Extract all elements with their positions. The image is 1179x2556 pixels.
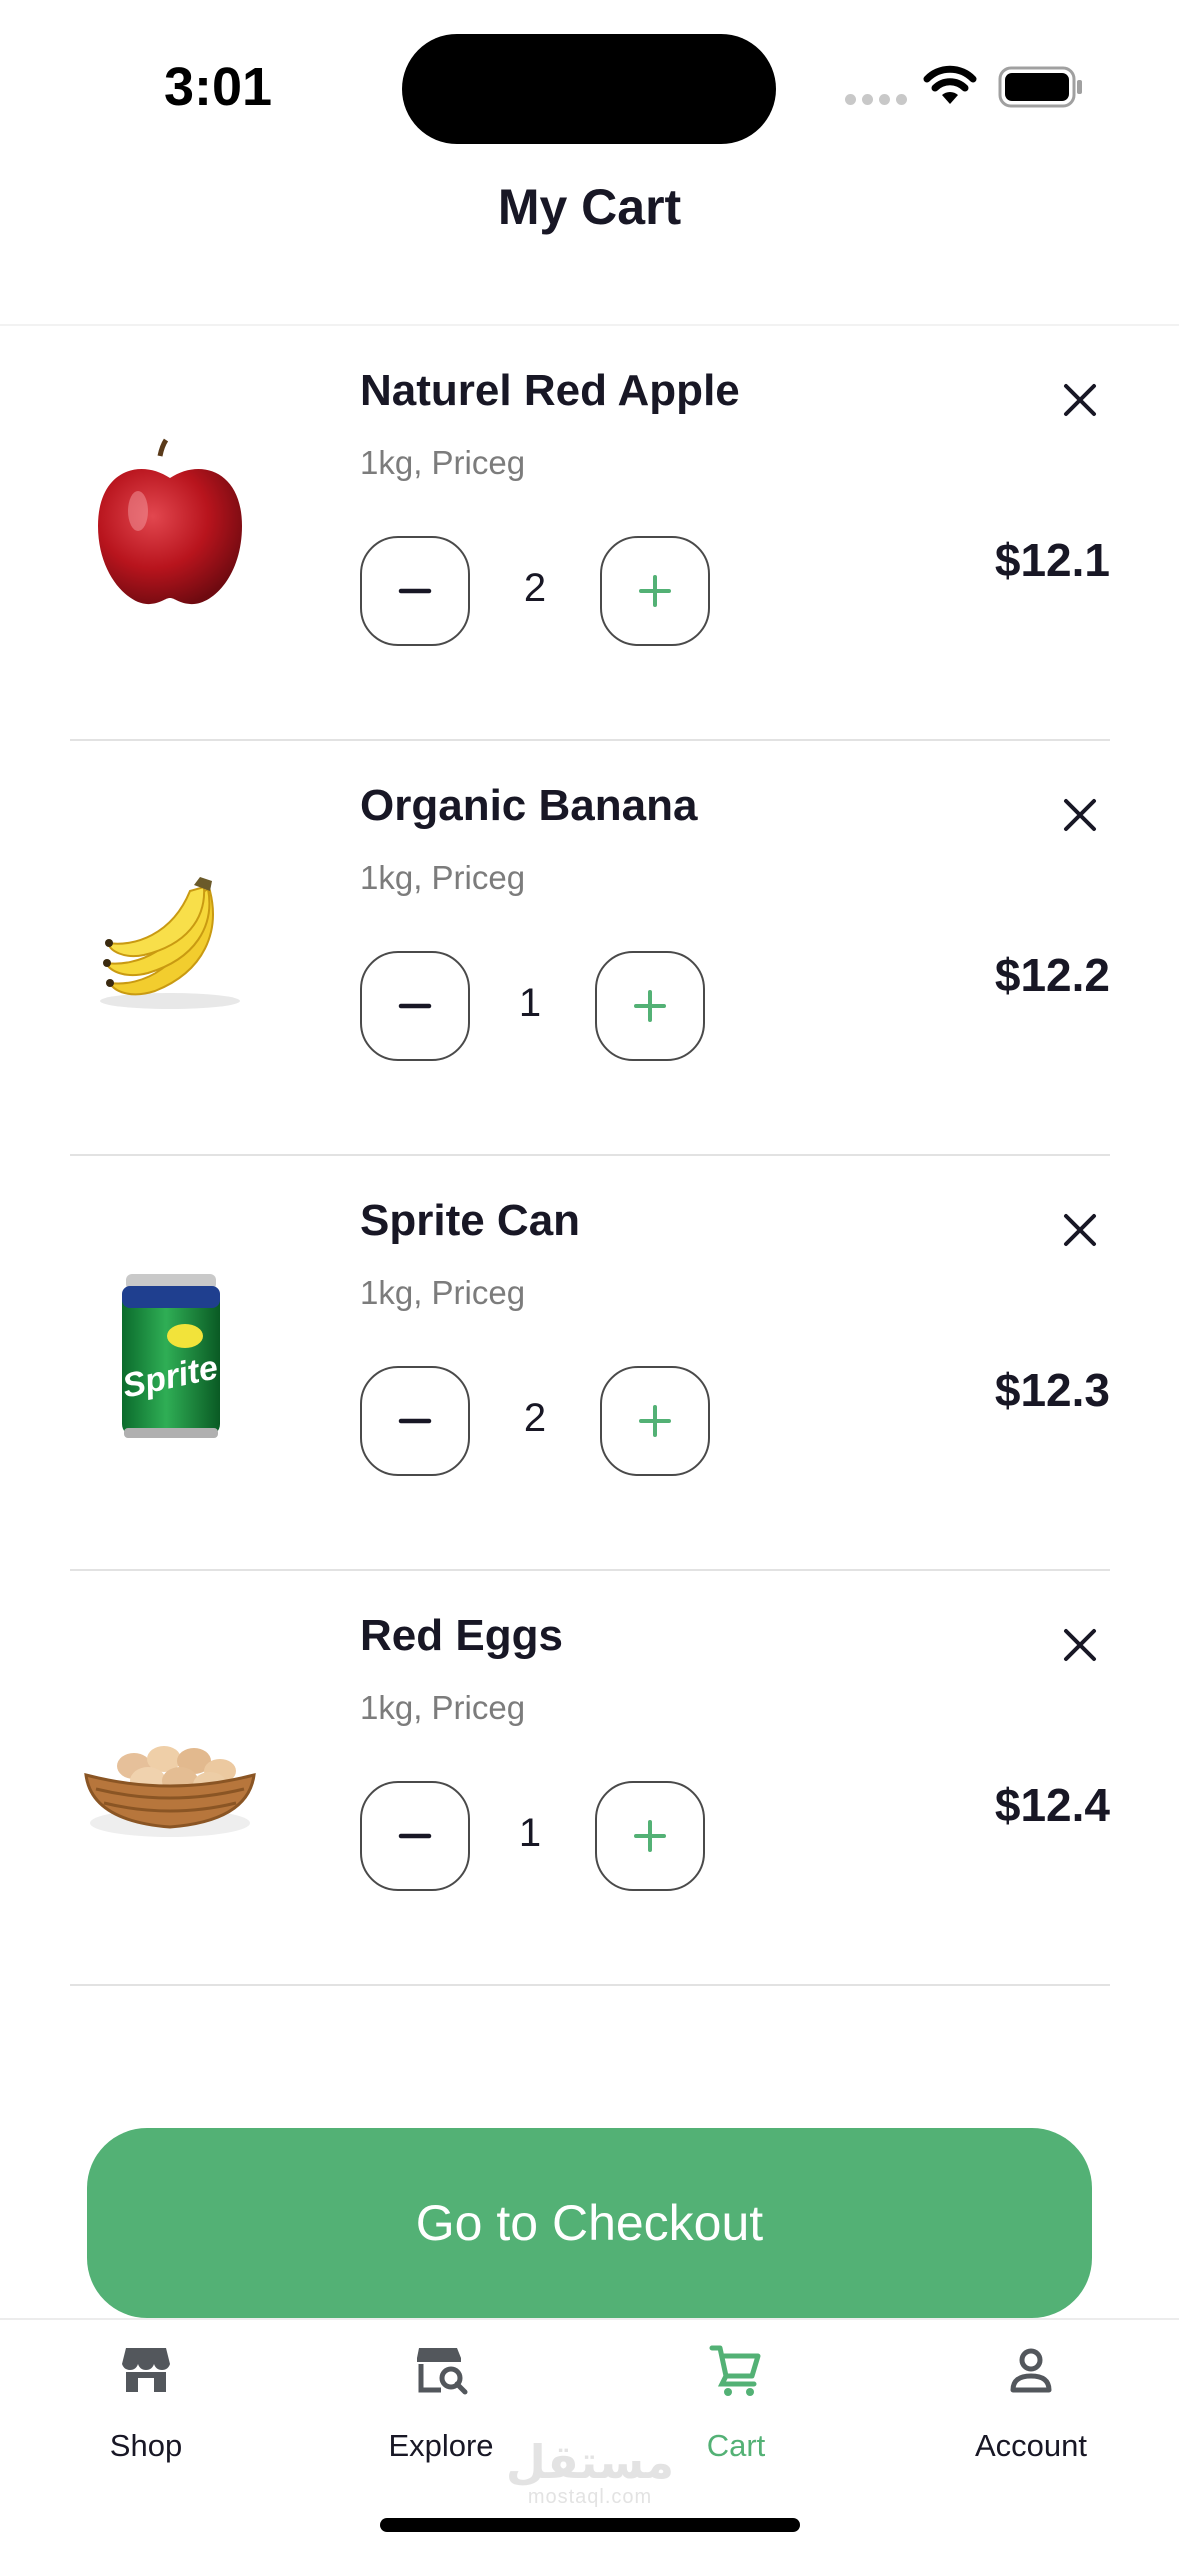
store-icon xyxy=(122,2348,170,2392)
plus-icon xyxy=(634,990,666,1022)
item-price: $12.3 xyxy=(994,1364,1110,1416)
cart-item: Naturel Red Apple 1kg, Priceg 2 $12.1 xyxy=(70,326,1110,741)
item-price: $12.2 xyxy=(994,949,1110,1001)
increase-quantity-button[interactable] xyxy=(595,951,705,1061)
page-title: My Cart xyxy=(497,179,682,235)
item-divider xyxy=(70,1984,1110,1986)
cart-item: Red Eggs 1kg, Priceg 1 $12.4 xyxy=(70,1571,1110,1986)
close-icon[interactable] xyxy=(1058,378,1102,422)
red-apple-icon xyxy=(98,438,242,605)
battery-icon xyxy=(998,66,1082,108)
explore-icon xyxy=(417,2348,468,2395)
item-name: Sprite Can xyxy=(360,1196,581,1245)
status-time: 3:01 xyxy=(164,57,273,117)
item-name: Red Eggs xyxy=(360,1611,563,1660)
quantity-value: 2 xyxy=(523,1396,547,1440)
tab-account[interactable]: Account xyxy=(921,2340,1141,2480)
watermark-url: mostaql.com xyxy=(527,2486,653,2508)
minus-icon xyxy=(398,588,432,594)
sprite-can-icon: Sprite xyxy=(119,1274,221,1438)
close-icon[interactable] xyxy=(1058,1208,1102,1252)
item-name: Organic Banana xyxy=(360,781,698,830)
increase-quantity-button[interactable] xyxy=(595,1781,705,1891)
quantity-value: 2 xyxy=(523,566,547,610)
egg-basket-icon xyxy=(84,1746,256,1837)
tab-shop[interactable]: Shop xyxy=(36,2340,256,2480)
decrease-quantity-button[interactable] xyxy=(360,536,470,646)
item-description: 1kg, Priceg xyxy=(360,1689,526,1726)
decrease-quantity-button[interactable] xyxy=(360,1781,470,1891)
cellular-signal-icon xyxy=(845,94,907,105)
minus-icon xyxy=(398,1418,432,1424)
quantity-value: 1 xyxy=(518,981,542,1025)
tab-label: Shop xyxy=(109,2428,183,2463)
item-description: 1kg, Priceg xyxy=(360,1274,526,1311)
banana-icon xyxy=(100,877,240,1009)
item-description: 1kg, Priceg xyxy=(360,859,526,896)
increase-quantity-button[interactable] xyxy=(600,536,710,646)
dynamic-island xyxy=(402,34,776,144)
watermark-logo: مستقل xyxy=(505,2436,675,2488)
item-description: 1kg, Priceg xyxy=(360,444,526,481)
decrease-quantity-button[interactable] xyxy=(360,1366,470,1476)
plus-icon xyxy=(634,1820,666,1852)
close-icon[interactable] xyxy=(1058,1623,1102,1667)
checkout-button[interactable]: Go to Checkout xyxy=(87,2128,1092,2318)
tab-label: Account xyxy=(974,2428,1087,2463)
account-icon xyxy=(1010,2348,1052,2393)
quantity-value: 1 xyxy=(518,1811,542,1855)
nav-divider xyxy=(0,2318,1179,2320)
cart-item: Sprite Sprite Can 1kg, Priceg 2 $12.3 xyxy=(70,1156,1110,1571)
plus-icon xyxy=(639,1405,671,1437)
decrease-quantity-button[interactable] xyxy=(360,951,470,1061)
minus-icon xyxy=(398,1003,432,1009)
increase-quantity-button[interactable] xyxy=(600,1366,710,1476)
close-icon[interactable] xyxy=(1058,793,1102,837)
plus-icon xyxy=(639,575,671,607)
wifi-icon xyxy=(923,65,977,104)
cart-item: Organic Banana 1kg, Priceg 1 $12.2 xyxy=(70,741,1110,1156)
watermark: مستقل mostaql.com xyxy=(500,2438,680,2509)
minus-icon xyxy=(398,1833,432,1839)
cart-icon xyxy=(709,2345,761,2396)
item-name: Naturel Red Apple xyxy=(360,366,740,415)
home-indicator[interactable] xyxy=(380,2518,800,2532)
item-price: $12.1 xyxy=(994,534,1110,586)
item-price: $12.4 xyxy=(994,1779,1110,1831)
